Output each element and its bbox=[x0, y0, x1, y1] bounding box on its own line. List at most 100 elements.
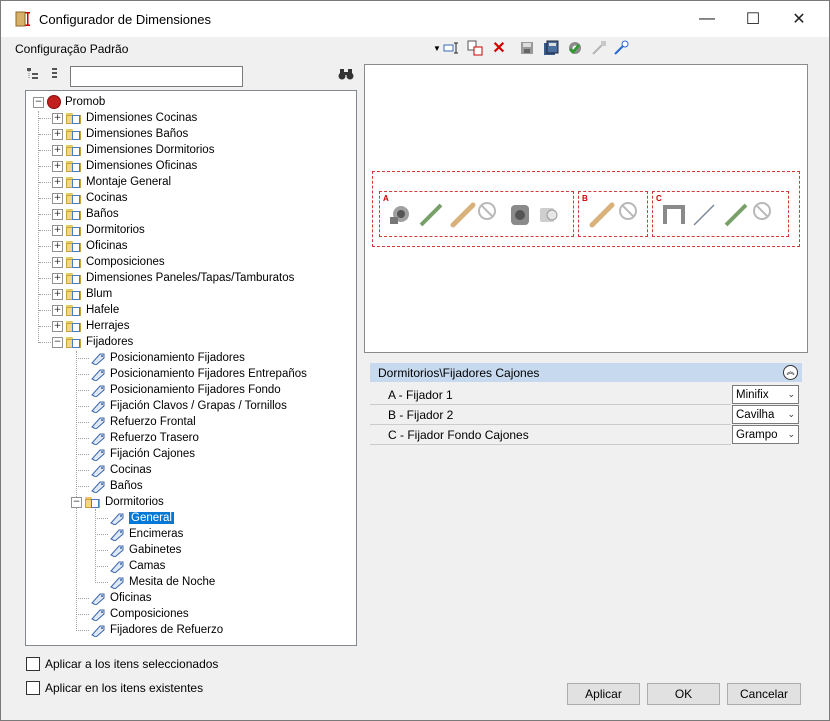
expand-toggle[interactable]: + bbox=[52, 320, 63, 332]
expand-all-icon[interactable] bbox=[26, 67, 40, 84]
tree-node-label: Herrajes bbox=[86, 320, 130, 332]
collapse-all-icon[interactable] bbox=[50, 67, 60, 84]
tree-node-fijadores-de-refuerzo[interactable]: Fijadores de Refuerzo bbox=[90, 622, 223, 638]
copy-icon[interactable] bbox=[466, 39, 484, 57]
save-icon[interactable] bbox=[518, 39, 536, 57]
chevron-down-icon[interactable]: ⌄ bbox=[787, 389, 795, 400]
property-value-select[interactable]: Minifix ⌄ bbox=[732, 385, 799, 404]
apply-selected-checkbox[interactable] bbox=[26, 657, 40, 671]
tree-node-mesita-de-noche[interactable]: Mesita de Noche bbox=[109, 574, 215, 590]
apply-existing-option[interactable]: Aplicar en los itens existentes bbox=[26, 681, 203, 695]
tree-node-root[interactable]: − Promob bbox=[33, 94, 105, 110]
tree-node-general[interactable]: General bbox=[109, 510, 174, 526]
expand-toggle[interactable]: + bbox=[52, 256, 63, 268]
tree-node-montaje-general[interactable]: + Montaje General bbox=[52, 174, 171, 190]
tree-node-refuerzo-trasero[interactable]: Refuerzo Trasero bbox=[90, 430, 199, 446]
tree-guide bbox=[39, 230, 51, 231]
ok-button[interactable]: OK bbox=[647, 683, 720, 705]
tree-node-composiciones[interactable]: + Composiciones bbox=[52, 254, 165, 270]
tree-node-gabinetes[interactable]: Gabinetes bbox=[109, 542, 181, 558]
tree-node-oficinas[interactable]: + Oficinas bbox=[52, 238, 128, 254]
tree-guide bbox=[39, 246, 51, 247]
tree-node-posicionamiento-fijadores-fondo[interactable]: Posicionamiento Fijadores Fondo bbox=[90, 382, 281, 398]
tree-node-fijacion-clavos-grapas-tornillos[interactable]: Fijación Clavos / Grapas / Tornillos bbox=[90, 398, 287, 414]
minimize-button[interactable]: — bbox=[684, 1, 730, 37]
tree-node-label: Fijadores bbox=[86, 336, 134, 348]
tree-node-fijacion-cajones[interactable]: Fijación Cajones bbox=[90, 446, 195, 462]
tree-node-cocinas[interactable]: + Cocinas bbox=[52, 190, 128, 206]
setting-tag-icon bbox=[90, 351, 106, 365]
import-icon[interactable] bbox=[612, 39, 630, 57]
save-all-icon[interactable] bbox=[542, 39, 560, 57]
expand-toggle[interactable]: + bbox=[52, 112, 63, 124]
collapse-toggle[interactable]: − bbox=[71, 496, 82, 508]
expand-toggle[interactable]: + bbox=[52, 160, 63, 172]
apply-existing-label: Aplicar en los itens existentes bbox=[45, 681, 204, 695]
chevron-down-icon[interactable]: ⌄ bbox=[787, 409, 795, 420]
export-icon[interactable] bbox=[590, 39, 608, 57]
tree-node-oficinas[interactable]: Oficinas bbox=[90, 590, 152, 606]
setting-tag-icon bbox=[90, 623, 106, 637]
folder-icon bbox=[66, 224, 82, 236]
cancel-button[interactable]: Cancelar bbox=[727, 683, 801, 705]
expand-toggle[interactable]: + bbox=[52, 272, 63, 284]
find-binoculars-icon[interactable] bbox=[338, 67, 354, 84]
collapse-toggle[interactable]: − bbox=[52, 336, 63, 348]
tree-node-refuerzo-frontal[interactable]: Refuerzo Frontal bbox=[90, 414, 196, 430]
chevron-down-icon[interactable]: ⌄ bbox=[787, 429, 795, 440]
tree-node-banos[interactable]: Baños bbox=[90, 478, 143, 494]
tree-search-input[interactable] bbox=[70, 66, 243, 87]
apply-existing-checkbox[interactable] bbox=[26, 681, 40, 695]
tree-node-label: Posicionamiento Fijadores Entrepaños bbox=[110, 368, 307, 380]
tree-node-dimensiones-oficinas[interactable]: + Dimensiones Oficinas bbox=[52, 158, 197, 174]
tree-guide bbox=[39, 342, 51, 343]
tree-node-camas[interactable]: Camas bbox=[109, 558, 165, 574]
apply-selected-option[interactable]: Aplicar a los itens seleccionados bbox=[26, 657, 218, 671]
expand-toggle[interactable]: + bbox=[52, 128, 63, 140]
expand-toggle[interactable]: + bbox=[52, 224, 63, 236]
tree-node-dimensiones-cocinas[interactable]: + Dimensiones Cocinas bbox=[52, 110, 197, 126]
collapse-group-icon[interactable]: ︽ bbox=[783, 365, 798, 380]
apply-settings-icon[interactable] bbox=[566, 39, 584, 57]
tree-node-label: General bbox=[129, 512, 174, 524]
expand-toggle[interactable]: + bbox=[52, 240, 63, 252]
tree-node-dimensiones-paneles-tapas-tamburatos[interactable]: + Dimensiones Paneles/Tapas/Tamburatos bbox=[52, 270, 294, 286]
tree-node-dimensiones-banos[interactable]: + Dimensiones Baños bbox=[52, 126, 188, 142]
apply-button[interactable]: Aplicar bbox=[567, 683, 640, 705]
tree-node-dimensiones-dormitorios[interactable]: + Dimensiones Dormitorios bbox=[52, 142, 214, 158]
tree-node-dormitorios[interactable]: − Dormitorios bbox=[71, 494, 164, 510]
tree-node-composiciones[interactable]: Composiciones bbox=[90, 606, 189, 622]
property-value: Minifix bbox=[736, 388, 769, 401]
collapse-toggle[interactable]: − bbox=[33, 96, 44, 108]
expand-toggle[interactable]: + bbox=[52, 304, 63, 316]
expand-toggle[interactable]: + bbox=[52, 288, 63, 300]
tree-node-label: Posicionamiento Fijadores Fondo bbox=[110, 384, 281, 396]
apply-selected-label: Aplicar a los itens seleccionados bbox=[45, 657, 219, 671]
tree-node-blum[interactable]: + Blum bbox=[52, 286, 112, 302]
settings-tree[interactable]: − Promob + Dimensiones Cocinas + Dimensione… bbox=[25, 90, 357, 646]
tree-guide bbox=[39, 118, 51, 119]
tree-node-fijadores[interactable]: − Fijadores bbox=[52, 334, 133, 350]
expand-toggle[interactable]: + bbox=[52, 144, 63, 156]
property-group-header[interactable]: Dormitorios\Fijadores Cajones ︽ bbox=[370, 363, 802, 382]
delete-icon[interactable]: ✕ bbox=[490, 39, 508, 57]
tree-guide bbox=[76, 422, 89, 423]
cam-housing-icon bbox=[508, 202, 530, 225]
expand-toggle[interactable]: + bbox=[52, 208, 63, 220]
maximize-button[interactable]: ☐ bbox=[730, 1, 776, 37]
close-button[interactable]: ✕ bbox=[776, 1, 822, 37]
expand-toggle[interactable]: + bbox=[52, 192, 63, 204]
tree-node-dormitorios[interactable]: + Dormitorios bbox=[52, 222, 145, 238]
property-value-select[interactable]: Cavilha ⌄ bbox=[732, 405, 799, 424]
tree-node-hafele[interactable]: + Hafele bbox=[52, 302, 119, 318]
expand-toggle[interactable]: + bbox=[52, 176, 63, 188]
tree-node-posicionamiento-fijadores-entrepanos[interactable]: Posicionamiento Fijadores Entrepaños bbox=[90, 366, 307, 382]
tree-node-posicionamiento-fijadores[interactable]: Posicionamiento Fijadores bbox=[90, 350, 245, 366]
tree-node-encimeras[interactable]: Encimeras bbox=[109, 526, 183, 542]
rename-icon[interactable] bbox=[442, 39, 460, 57]
tree-node-label: Fijación Cajones bbox=[110, 448, 196, 460]
property-value-select[interactable]: Grampo ⌄ bbox=[732, 425, 799, 444]
tree-node-herrajes[interactable]: + Herrajes bbox=[52, 318, 129, 334]
tree-node-banos[interactable]: + Baños bbox=[52, 206, 119, 222]
tree-node-cocinas[interactable]: Cocinas bbox=[90, 462, 152, 478]
